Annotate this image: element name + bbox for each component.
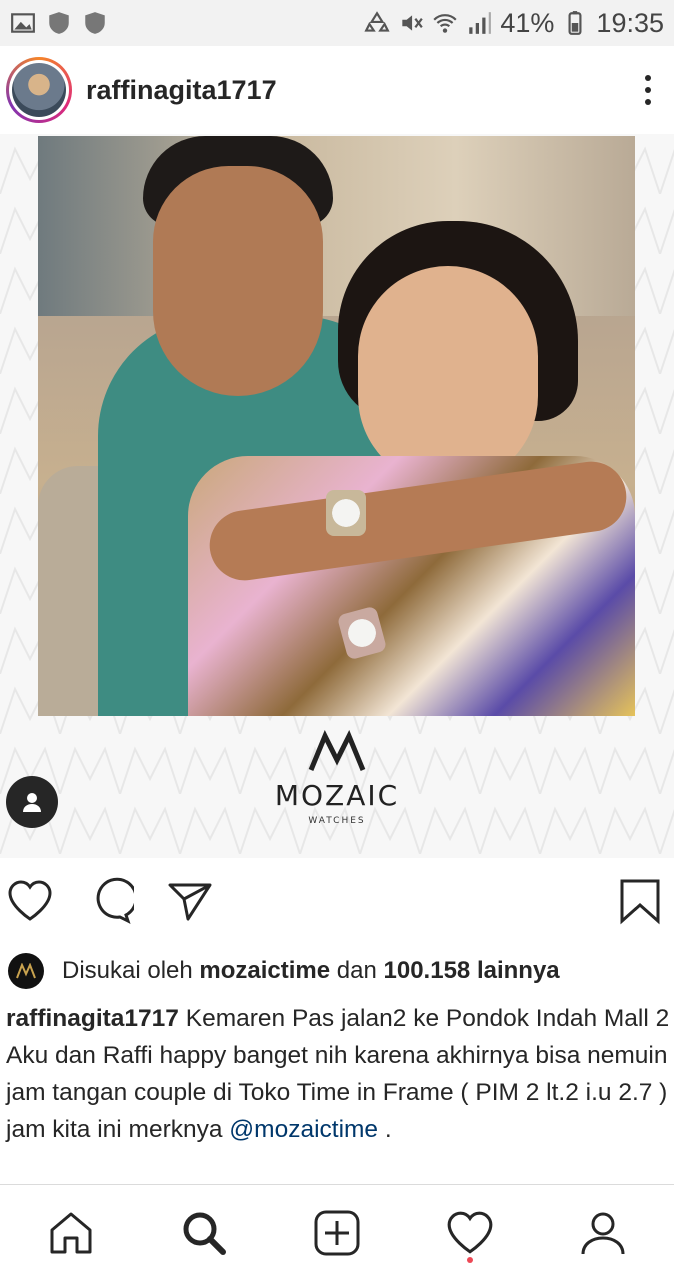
heart-icon bbox=[8, 880, 52, 921]
bookmark-icon bbox=[620, 879, 660, 925]
post-caption: raffinagita1717 Kemaren Pas jalan2 ke Po… bbox=[6, 1000, 670, 1148]
brand-subtitle: WATCHES bbox=[308, 816, 366, 826]
caption-username[interactable]: raffinagita1717 bbox=[6, 1005, 179, 1032]
nav-home[interactable] bbox=[39, 1201, 103, 1265]
share-button[interactable] bbox=[164, 875, 216, 927]
home-icon bbox=[50, 1212, 92, 1253]
like-button[interactable] bbox=[4, 875, 56, 927]
likes-middle: dan bbox=[336, 957, 377, 984]
profile-icon bbox=[581, 1212, 625, 1254]
send-icon bbox=[168, 883, 212, 921]
brand-name: MOZAIC bbox=[274, 779, 400, 812]
image-icon bbox=[11, 13, 35, 33]
bottom-nav bbox=[0, 1184, 674, 1280]
nav-profile[interactable] bbox=[571, 1201, 635, 1265]
notification-dot bbox=[467, 1256, 474, 1263]
watch-image bbox=[326, 490, 366, 536]
liker-username[interactable]: mozaictime bbox=[199, 957, 330, 985]
search-icon bbox=[183, 1212, 226, 1255]
post-username[interactable]: raffinagita1717 bbox=[86, 75, 277, 106]
wifi-icon bbox=[433, 14, 457, 33]
battery-icon bbox=[568, 11, 582, 35]
mozaic-logo-icon bbox=[16, 963, 36, 979]
new-post-icon bbox=[314, 1210, 360, 1255]
activity-icon bbox=[447, 1211, 493, 1254]
nav-search[interactable] bbox=[172, 1201, 236, 1265]
nav-activity[interactable] bbox=[438, 1201, 502, 1265]
signal-icon bbox=[469, 12, 492, 34]
mute-icon bbox=[402, 15, 424, 31]
comment-button[interactable] bbox=[84, 875, 136, 927]
clock: 19:35 bbox=[596, 7, 664, 38]
likes-summary[interactable]: Disukai oleh mozaictime dan 100.158 lain… bbox=[8, 950, 668, 992]
post-image[interactable]: MOZAIC WATCHES bbox=[0, 134, 674, 858]
liker-avatar[interactable] bbox=[8, 953, 44, 989]
post-header: raffinagita1717 bbox=[0, 46, 674, 134]
tagged-people-button[interactable] bbox=[6, 776, 58, 828]
nav-new-post[interactable] bbox=[305, 1201, 369, 1265]
save-button[interactable] bbox=[614, 875, 666, 927]
person-icon bbox=[23, 793, 41, 812]
caption-end: . bbox=[378, 1116, 392, 1143]
more-options-button[interactable] bbox=[628, 60, 668, 120]
avatar[interactable] bbox=[6, 57, 72, 123]
brand-logo: MOZAIC WATCHES bbox=[0, 729, 674, 829]
shield-icon bbox=[85, 12, 105, 34]
couple-photo bbox=[38, 136, 635, 716]
status-bar: 41% 19:35 bbox=[0, 0, 674, 46]
mozaic-logo-icon bbox=[308, 729, 366, 771]
more-dot bbox=[645, 75, 651, 81]
likes-count[interactable]: 100.158 lainnya bbox=[384, 957, 560, 985]
recycle-icon bbox=[364, 11, 390, 32]
shield-icon bbox=[49, 12, 69, 34]
comment-icon bbox=[96, 877, 134, 924]
battery-percent: 41% bbox=[500, 7, 555, 38]
likes-prefix: Disukai oleh bbox=[62, 957, 193, 984]
more-dot bbox=[645, 99, 651, 105]
more-dot bbox=[645, 87, 651, 93]
caption-mention[interactable]: @mozaictime bbox=[229, 1116, 378, 1143]
post-actions bbox=[0, 868, 674, 934]
